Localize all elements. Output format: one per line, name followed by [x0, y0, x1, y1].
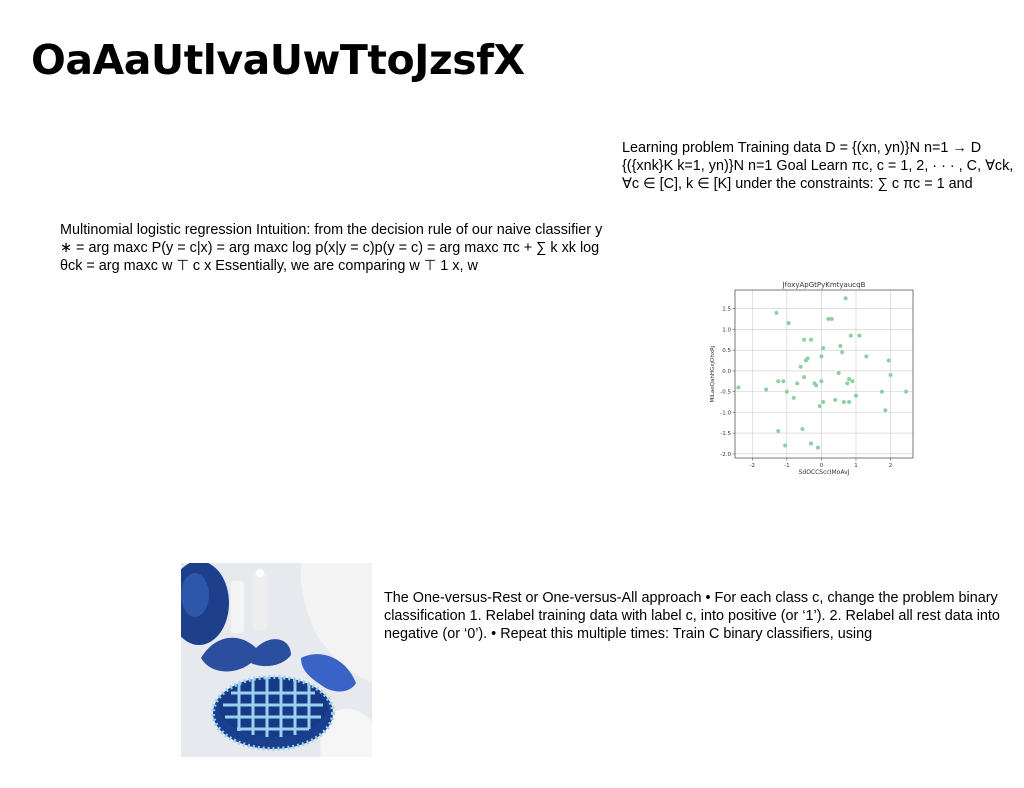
y-tick-label: -1.5: [720, 431, 731, 437]
y-tick-label: -2.0: [720, 452, 731, 458]
x-tick-label: -1: [784, 463, 789, 469]
scatter-point: [838, 344, 843, 348]
scatter-point: [805, 356, 810, 361]
candle-flame-glow: [256, 569, 264, 577]
plot-area: [735, 290, 913, 458]
scatter-chart: -2 -1 0 1 2 -2.0 -1.5 -1.0 -0.5 0.0 0.5 1.0 1.5 Jfox…: [704, 278, 920, 478]
scatter-point: [883, 408, 888, 413]
scatter-point: [821, 400, 826, 404]
scatter-point: [815, 445, 820, 450]
y-axis-label: MiLaeQahHGxjOhxRj: [710, 345, 716, 402]
x-tick-label: -2: [750, 463, 755, 469]
scatter-point: [776, 379, 781, 384]
scatter-point: [886, 358, 891, 363]
scatter-point: [774, 310, 779, 315]
scatter-point: [836, 370, 841, 375]
scatter-point: [904, 389, 909, 394]
scatter-point: [809, 337, 814, 342]
scatter-point: [840, 350, 845, 355]
text-block-multinomial-logistic-regression: Multinomial logistic regression Intuitio…: [60, 222, 603, 274]
scatter-point: [814, 383, 819, 388]
y-tick-label: 1.0: [722, 327, 731, 333]
scatter-point: [736, 385, 741, 390]
scatter-point: [847, 377, 852, 382]
scatter-point: [764, 387, 769, 392]
candle-left: [231, 581, 244, 633]
y-tick-label: 0.5: [722, 348, 731, 354]
x-tick-label: 2: [889, 463, 893, 469]
y-tick-label: -0.5: [720, 390, 731, 396]
scatter-point: [848, 333, 853, 338]
scatter-point: [783, 443, 788, 448]
scatter-point: [781, 379, 786, 384]
scatter-point: [819, 379, 824, 384]
scatter-point: [798, 364, 803, 369]
scatter-point: [864, 354, 869, 359]
scatter-point: [817, 404, 822, 409]
scatter-point: [784, 389, 789, 394]
scatter-point: [786, 321, 791, 326]
scatter-point: [841, 400, 846, 404]
y-tick-label: 1.5: [722, 307, 731, 313]
scatter-point: [857, 333, 862, 338]
y-tick-label: 0.0: [722, 369, 731, 375]
scatter-point: [845, 381, 850, 386]
scatter-point: [821, 346, 826, 351]
scatter-point: [795, 381, 800, 386]
text-block-learning-problem: Learning problem Training data D = {(xn,…: [622, 140, 1014, 192]
scatter-point: [833, 397, 838, 402]
scatter-point: [802, 375, 807, 380]
scatter-point: [802, 337, 807, 342]
scatter-point: [809, 441, 814, 446]
slide-title: OaAaUtlvaUwTtoJzsfX: [31, 36, 525, 84]
scatter-point: [819, 354, 824, 359]
scatter-point: [826, 317, 831, 322]
text-block-one-versus-rest: The One-versus-Rest or One-versus-All ap…: [384, 590, 1000, 642]
scatter-point: [888, 373, 893, 378]
scatter-point: [843, 296, 848, 301]
y-tick-label: -1.0: [720, 410, 731, 416]
scatter-point: [879, 389, 884, 394]
x-tick-label: 1: [854, 463, 858, 469]
scatter-point: [850, 379, 855, 384]
chart-title: JfoxyApGtPyKmtyaucqB: [782, 281, 866, 289]
x-axis-label: SdOCCSccIMoAvJ: [799, 469, 850, 476]
scatter-point: [847, 400, 852, 404]
scatter-point: [791, 395, 796, 400]
candle-right: [253, 573, 267, 631]
scatter-point: [853, 393, 858, 398]
blue-yarn-highlight: [181, 573, 209, 617]
scatter-point: [776, 429, 781, 434]
blue-cake-photo: [181, 563, 372, 757]
scatter-point: [829, 317, 834, 322]
scatter-point: [800, 426, 805, 431]
